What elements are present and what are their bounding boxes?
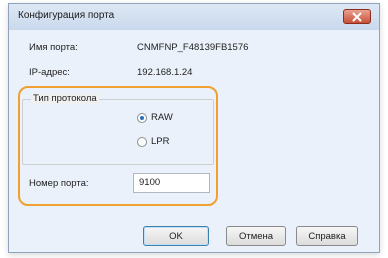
- ip-address-value: 192.168.1.24: [137, 67, 193, 78]
- protocol-group-title: Тип протокола: [31, 93, 99, 104]
- port-name-value: CNMFNP_F48139FB1576: [137, 42, 249, 53]
- port-name-label: Имя порта:: [29, 42, 78, 53]
- radio-button[interactable]: [137, 136, 147, 147]
- help-button[interactable]: Справка: [296, 226, 358, 246]
- ok-button[interactable]: OK: [143, 226, 209, 246]
- close-button[interactable]: [343, 9, 371, 24]
- cancel-button[interactable]: Отмена: [226, 226, 286, 246]
- port-number-label: Номер порта:: [29, 178, 89, 189]
- radio-raw-label: RAW: [151, 112, 173, 123]
- radio-lpr-label: LPR: [151, 136, 170, 147]
- port-number-input[interactable]: 9100: [133, 173, 210, 193]
- close-icon: [352, 12, 362, 21]
- radio-lpr[interactable]: LPR: [137, 136, 169, 147]
- protocol-groupbox: [22, 99, 214, 165]
- radio-button-selected[interactable]: [137, 112, 147, 123]
- dialog-title: Конфигурация порта: [18, 10, 115, 21]
- title-bar[interactable]: Конфигурация порта: [9, 4, 379, 30]
- radio-raw[interactable]: RAW: [137, 112, 173, 123]
- ip-address-label: IP-адрес:: [29, 67, 70, 78]
